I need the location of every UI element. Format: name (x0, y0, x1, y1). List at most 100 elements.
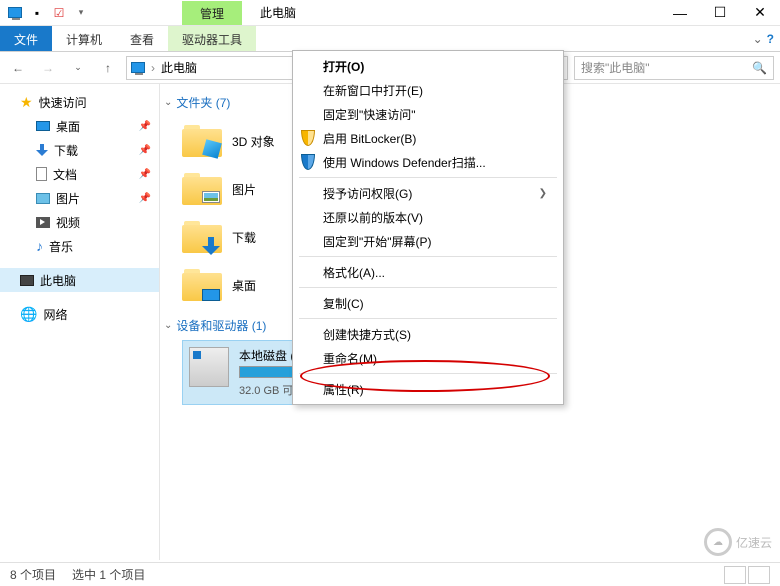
history-dropdown[interactable]: ⌄ (66, 56, 90, 80)
folder-label: 桌面 (232, 277, 256, 294)
pc-icon (20, 275, 34, 286)
nav-pictures[interactable]: 图片 📌 (0, 186, 159, 210)
nav-label: 视频 (56, 214, 80, 231)
desktop-icon (36, 121, 50, 131)
pin-icon: 📌 (139, 193, 151, 204)
close-button[interactable]: ✕ (740, 0, 780, 26)
nav-quick-access[interactable]: ★ 快速访问 (0, 90, 159, 114)
shield-icon (299, 129, 317, 147)
nav-label: 图片 (56, 190, 80, 207)
view-icons-button[interactable] (748, 566, 770, 584)
picture-icon (36, 193, 50, 204)
menu-separator (299, 177, 557, 178)
menu-defender-scan[interactable]: 使用 Windows Defender扫描... (293, 150, 563, 174)
context-menu: 打开(O) 在新窗口中打开(E) 固定到"快速访问" 启用 BitLocker(… (292, 50, 564, 405)
contextual-tab-label: 管理 (182, 1, 242, 25)
app-icon (4, 2, 26, 24)
tab-drive-tools[interactable]: 驱动器工具 (168, 26, 256, 51)
nav-downloads[interactable]: 下载 📌 (0, 138, 159, 162)
menu-open-new-window[interactable]: 在新窗口中打开(E) (293, 78, 563, 102)
menu-bitlocker[interactable]: 启用 BitLocker(B) (293, 126, 563, 150)
menu-rename[interactable]: 重命名(M) (293, 346, 563, 370)
quick-access-toolbar: ▪ ☑ ▾ 管理 此电脑 — ☐ ✕ (0, 0, 780, 26)
watermark: ☁ 亿速云 (704, 528, 772, 556)
nav-label: 下载 (54, 142, 78, 159)
nav-label: 网络 (43, 306, 67, 323)
menu-grant-access[interactable]: 授予访问权限(G)❯ (293, 181, 563, 205)
video-icon (36, 217, 50, 228)
menu-separator (299, 287, 557, 288)
folder-label: 3D 对象 (232, 133, 275, 150)
tab-file[interactable]: 文件 (0, 26, 52, 51)
folder-icon (182, 267, 222, 303)
address-icon (131, 62, 145, 73)
folder-icon (182, 123, 222, 159)
back-button[interactable]: ← (6, 56, 30, 80)
watermark-text: 亿速云 (736, 534, 772, 551)
nav-videos[interactable]: 视频 (0, 210, 159, 234)
pin-icon: 📌 (139, 145, 151, 156)
navigation-pane: ★ 快速访问 桌面 📌 下载 📌 文档 📌 图片 📌 视频 ♪ (0, 84, 160, 560)
star-icon: ★ (20, 94, 33, 111)
qat-properties-icon[interactable]: ▪ (26, 2, 48, 24)
forward-button[interactable]: → (36, 56, 60, 80)
nav-network[interactable]: 🌐 网络 (0, 302, 159, 326)
up-button[interactable]: ↑ (96, 56, 120, 80)
menu-create-shortcut[interactable]: 创建快捷方式(S) (293, 322, 563, 346)
search-box[interactable]: 搜索"此电脑" 🔍 (574, 56, 774, 80)
music-icon: ♪ (36, 238, 43, 254)
chevron-down-icon: ⌄ (164, 320, 172, 331)
view-details-button[interactable] (724, 566, 746, 584)
window-title: 此电脑 (242, 0, 314, 25)
qat-dropdown[interactable]: ▾ (70, 2, 92, 24)
status-selected-count: 选中 1 个项目 (72, 566, 145, 583)
folder-label: 图片 (232, 181, 256, 198)
pin-icon: 📌 (139, 121, 151, 132)
status-bar: 8 个项目 选中 1 个项目 (0, 562, 780, 586)
folder-label: 下载 (232, 229, 256, 246)
maximize-button[interactable]: ☐ (700, 0, 740, 26)
nav-label: 快速访问 (39, 94, 87, 111)
menu-format[interactable]: 格式化(A)... (293, 260, 563, 284)
network-icon: 🌐 (20, 306, 37, 323)
pin-icon: 📌 (139, 169, 151, 180)
crumb-sep: › (151, 61, 155, 75)
submenu-arrow-icon: ❯ (539, 188, 547, 199)
folder-icon (182, 171, 222, 207)
tab-view[interactable]: 查看 (116, 26, 168, 51)
minimize-button[interactable]: — (660, 0, 700, 26)
download-icon (36, 144, 48, 156)
nav-documents[interactable]: 文档 📌 (0, 162, 159, 186)
ribbon-expand-icon[interactable]: ⌄ (753, 32, 763, 46)
chevron-down-icon: ⌄ (164, 97, 172, 108)
menu-restore-versions[interactable]: 还原以前的版本(V) (293, 205, 563, 229)
menu-properties[interactable]: 属性(R) (293, 377, 563, 401)
menu-open[interactable]: 打开(O) (293, 54, 563, 78)
nav-label: 文档 (53, 166, 77, 183)
help-icon[interactable]: ? (767, 32, 774, 46)
folder-icon (182, 219, 222, 255)
ribbon-tabs: 文件 计算机 查看 驱动器工具 ⌄ ? (0, 26, 780, 52)
nav-this-pc[interactable]: 此电脑 (0, 268, 159, 292)
drive-icon (189, 347, 229, 387)
document-icon (36, 167, 47, 181)
shield-icon (299, 153, 317, 171)
nav-label: 音乐 (49, 238, 73, 255)
nav-desktop[interactable]: 桌面 📌 (0, 114, 159, 138)
nav-music[interactable]: ♪ 音乐 (0, 234, 159, 258)
menu-separator (299, 318, 557, 319)
cloud-icon: ☁ (704, 528, 732, 556)
menu-pin-start[interactable]: 固定到"开始"屏幕(P) (293, 229, 563, 253)
group-label: 设备和驱动器 (1) (176, 317, 266, 334)
nav-label: 桌面 (56, 118, 80, 135)
tab-computer[interactable]: 计算机 (52, 26, 116, 51)
search-icon[interactable]: 🔍 (752, 61, 767, 75)
group-label: 文件夹 (7) (176, 94, 230, 111)
search-placeholder: 搜索"此电脑" (581, 59, 650, 76)
menu-copy[interactable]: 复制(C) (293, 291, 563, 315)
menu-pin-quick-access[interactable]: 固定到"快速访问" (293, 102, 563, 126)
qat-checkbox-icon[interactable]: ☑ (48, 2, 70, 24)
nav-label: 此电脑 (40, 272, 76, 289)
address-text[interactable]: 此电脑 (161, 59, 197, 76)
menu-separator (299, 256, 557, 257)
